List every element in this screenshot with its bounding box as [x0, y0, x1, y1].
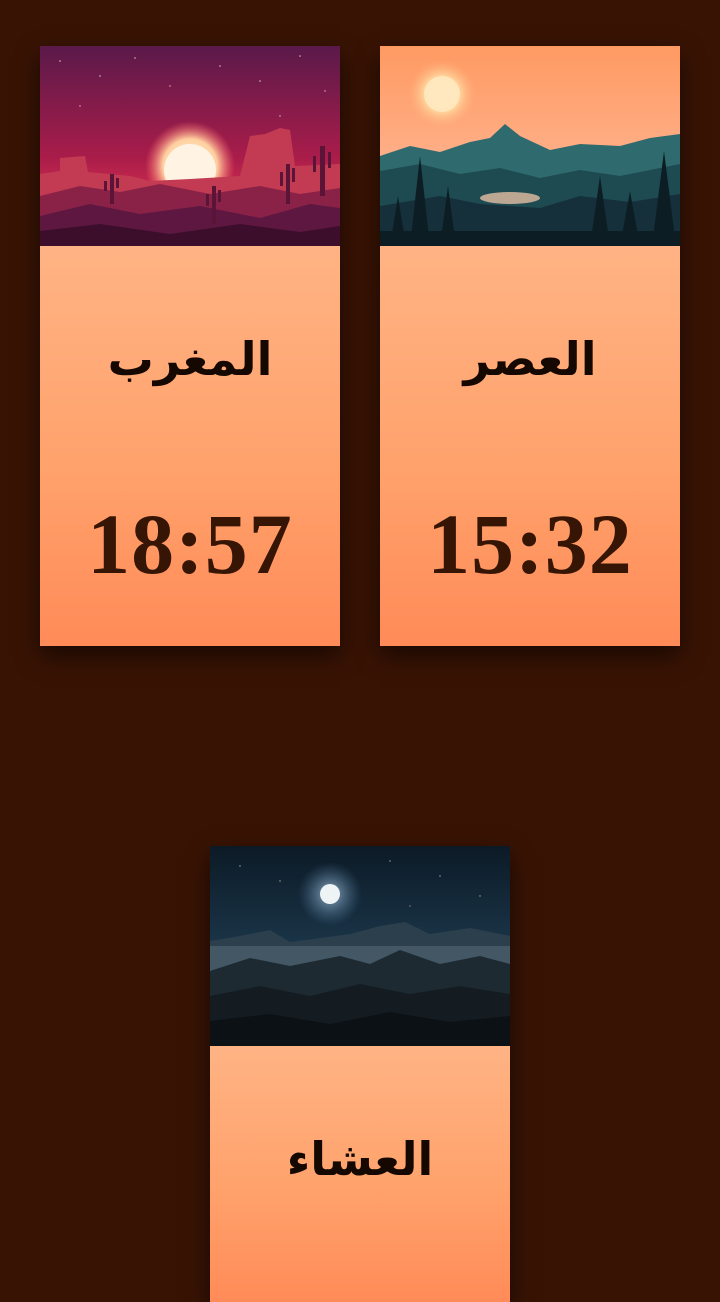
prayer-card-body: العصر 15:32 — [380, 246, 680, 646]
prayer-card-maghrib[interactable]: المغرب 18:57 — [40, 46, 340, 646]
prayer-card-isha[interactable]: العشاء — [210, 846, 510, 1302]
mountain-lake-afternoon-illustration — [380, 46, 680, 246]
prayer-card-asr[interactable]: العصر 15:32 — [380, 46, 680, 646]
prayer-time-label: 15:32 — [427, 496, 633, 592]
prayer-name-label: العشاء — [286, 1132, 434, 1186]
prayer-name-label: العصر — [463, 332, 597, 386]
prayer-name-label: المغرب — [107, 332, 273, 386]
prayer-time-label: 18:57 — [87, 496, 293, 592]
moonlit-mountains-night-illustration — [210, 846, 510, 1046]
desert-sunset-illustration — [40, 46, 340, 246]
prayer-times-screen: المغرب 18:57 العصر 15:32 العشاء — [0, 0, 720, 1302]
prayer-card-body: المغرب 18:57 — [40, 246, 340, 646]
prayer-card-body: العشاء — [210, 1046, 510, 1302]
